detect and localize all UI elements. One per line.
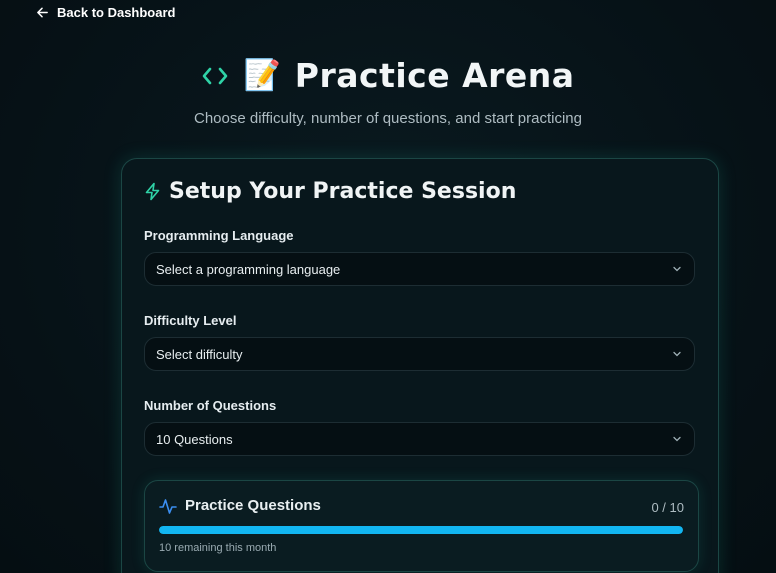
questions-select[interactable]: 10 Questions [144,422,695,456]
arrow-left-icon [36,6,49,19]
chevron-down-icon [672,264,682,274]
setup-card-header: Setup Your Practice Session [144,179,516,204]
back-to-dashboard-link[interactable]: Back to Dashboard [36,5,175,20]
questions-select-value: 10 Questions [156,431,233,447]
difficulty-select-value: Select difficulty [156,346,243,362]
lightning-bolt-icon [144,182,161,201]
practice-arena-page: Back to Dashboard 📝 Practice Arena Choos… [0,0,776,573]
language-select-value: Select a programming language [156,261,341,277]
quota-remaining-note: 10 remaining this month [159,542,277,554]
quota-progress-bar [159,526,683,534]
page-title: Practice Arena [294,56,575,95]
language-select[interactable]: Select a programming language [144,252,695,286]
practice-quota-panel: Practice Questions 0 / 10 10 remaining t… [144,480,699,572]
memo-icon: 📝 [243,58,281,92]
language-label: Programming Language [144,228,294,243]
quota-count: 0 / 10 [651,500,684,515]
quota-progress-fill [159,526,683,534]
chevron-down-icon [672,434,682,444]
back-link-label: Back to Dashboard [57,5,176,20]
setup-card-title: Setup Your Practice Session [169,179,517,204]
setup-session-card: Setup Your Practice Session Programming … [121,158,719,573]
page-header: 📝 Practice Arena [0,56,776,95]
page-subtitle: Choose difficulty, number of questions, … [194,110,582,127]
questions-label: Number of Questions [144,398,277,413]
chevron-down-icon [672,349,682,359]
difficulty-label: Difficulty Level [144,313,237,328]
difficulty-select[interactable]: Select difficulty [144,337,695,371]
code-brackets-icon [201,65,229,87]
quota-title: Practice Questions [185,497,321,514]
activity-pulse-icon [159,498,177,514]
quota-header: Practice Questions [159,497,321,514]
